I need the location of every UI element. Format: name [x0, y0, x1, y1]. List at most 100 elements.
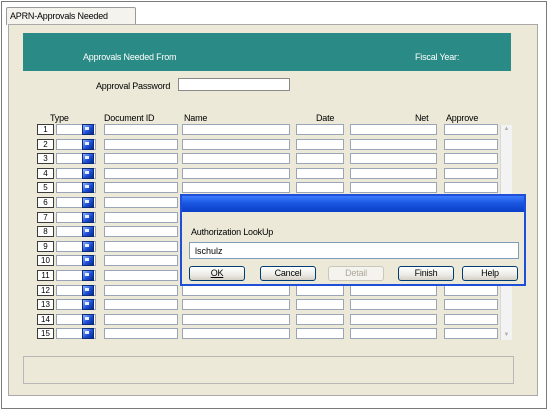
document-type-icon[interactable] — [82, 212, 94, 223]
document-type-icon[interactable] — [82, 182, 94, 193]
net-cell[interactable] — [350, 124, 437, 135]
net-cell[interactable] — [350, 328, 437, 339]
name-cell[interactable] — [182, 314, 290, 325]
date-cell[interactable] — [296, 299, 344, 310]
name-cell[interactable] — [182, 328, 290, 339]
tab-aprn-approvals[interactable]: APRN-Approvals Needed — [6, 7, 136, 25]
column-header-name: Name — [184, 113, 208, 123]
row-number-button[interactable]: 11 — [37, 270, 54, 281]
document-id-cell[interactable] — [104, 197, 178, 208]
row-number-button[interactable]: 1 — [37, 124, 54, 135]
approve-cell[interactable] — [444, 299, 498, 310]
name-cell[interactable] — [182, 285, 290, 296]
approval-password-label: Approval Password — [96, 81, 171, 91]
document-id-cell[interactable] — [104, 255, 178, 266]
approve-cell[interactable] — [444, 182, 498, 193]
net-cell[interactable] — [350, 139, 437, 150]
document-type-icon[interactable] — [82, 285, 94, 296]
row-number-button[interactable]: 7 — [37, 212, 54, 223]
net-cell[interactable] — [350, 153, 437, 164]
net-cell[interactable] — [350, 285, 437, 296]
ok-button[interactable]: OK — [189, 266, 245, 281]
name-cell[interactable] — [182, 168, 290, 179]
row-number-button[interactable]: 8 — [37, 226, 54, 237]
row-number-button[interactable]: 9 — [37, 241, 54, 252]
net-cell[interactable] — [350, 314, 437, 325]
document-type-icon[interactable] — [82, 153, 94, 164]
name-cell[interactable] — [182, 299, 290, 310]
document-id-cell[interactable] — [104, 182, 178, 193]
finish-button[interactable]: Finish — [398, 266, 454, 281]
approvals-needed-from-label: Approvals Needed From — [83, 52, 177, 62]
dialog-title-bar[interactable] — [182, 196, 524, 212]
column-header-date: Date — [316, 113, 335, 123]
date-cell[interactable] — [296, 124, 344, 135]
scroll-down-icon[interactable]: ▼ — [501, 331, 512, 340]
detail-button[interactable]: Detail — [328, 266, 384, 281]
cancel-button[interactable]: Cancel — [260, 266, 316, 281]
row-number-button[interactable]: 14 — [37, 314, 54, 325]
name-cell[interactable] — [182, 182, 290, 193]
row-number-button[interactable]: 15 — [37, 328, 54, 339]
approval-password-input[interactable] — [178, 78, 290, 91]
name-cell[interactable] — [182, 153, 290, 164]
document-id-cell[interactable] — [104, 226, 178, 237]
scroll-up-icon[interactable]: ▲ — [501, 125, 512, 134]
date-cell[interactable] — [296, 139, 344, 150]
document-type-icon[interactable] — [82, 270, 94, 281]
authorization-lookup-input[interactable]: lschulz — [189, 242, 519, 259]
net-cell[interactable] — [350, 299, 437, 310]
document-id-cell[interactable] — [104, 139, 178, 150]
document-id-cell[interactable] — [104, 328, 178, 339]
document-type-icon[interactable] — [82, 255, 94, 266]
approve-cell[interactable] — [444, 285, 498, 296]
row-number-button[interactable]: 13 — [37, 299, 54, 310]
approve-cell[interactable] — [444, 124, 498, 135]
help-button[interactable]: Help — [462, 266, 518, 281]
row-number-button[interactable]: 4 — [37, 168, 54, 179]
document-id-cell[interactable] — [104, 124, 178, 135]
document-id-cell[interactable] — [104, 314, 178, 325]
document-type-icon[interactable] — [82, 197, 94, 208]
document-id-cell[interactable] — [104, 212, 178, 223]
finish-button-label: Finish — [414, 268, 438, 278]
document-type-icon[interactable] — [82, 124, 94, 135]
approve-cell[interactable] — [444, 139, 498, 150]
row-number-button[interactable]: 2 — [37, 139, 54, 150]
document-type-icon[interactable] — [82, 139, 94, 150]
approve-cell[interactable] — [444, 168, 498, 179]
name-cell[interactable] — [182, 124, 290, 135]
document-type-icon[interactable] — [82, 241, 94, 252]
name-cell[interactable] — [182, 139, 290, 150]
row-number-button[interactable]: 6 — [37, 197, 54, 208]
date-cell[interactable] — [296, 168, 344, 179]
date-cell[interactable] — [296, 328, 344, 339]
authorization-lookup-label: Authorization LookUp — [191, 227, 274, 237]
row-number-button[interactable]: 5 — [37, 182, 54, 193]
document-type-icon[interactable] — [82, 226, 94, 237]
document-id-cell[interactable] — [104, 168, 178, 179]
document-id-cell[interactable] — [104, 241, 178, 252]
document-id-cell[interactable] — [104, 285, 178, 296]
net-cell[interactable] — [350, 168, 437, 179]
approve-cell[interactable] — [444, 314, 498, 325]
document-id-cell[interactable] — [104, 270, 178, 281]
date-cell[interactable] — [296, 314, 344, 325]
document-type-icon[interactable] — [82, 314, 94, 325]
row-number-button[interactable]: 3 — [37, 153, 54, 164]
date-cell[interactable] — [296, 285, 344, 296]
date-cell[interactable] — [296, 153, 344, 164]
row-number-button[interactable]: 12 — [37, 285, 54, 296]
column-header-document-id: Document ID — [104, 113, 155, 123]
document-type-icon[interactable] — [82, 168, 94, 179]
document-type-icon[interactable] — [82, 299, 94, 310]
approve-cell[interactable] — [444, 328, 498, 339]
document-id-cell[interactable] — [104, 153, 178, 164]
date-cell[interactable] — [296, 182, 344, 193]
approve-cell[interactable] — [444, 153, 498, 164]
row-number-button[interactable]: 10 — [37, 255, 54, 266]
column-header-approve: Approve — [446, 113, 479, 123]
document-id-cell[interactable] — [104, 299, 178, 310]
document-type-icon[interactable] — [82, 328, 94, 339]
net-cell[interactable] — [350, 182, 437, 193]
